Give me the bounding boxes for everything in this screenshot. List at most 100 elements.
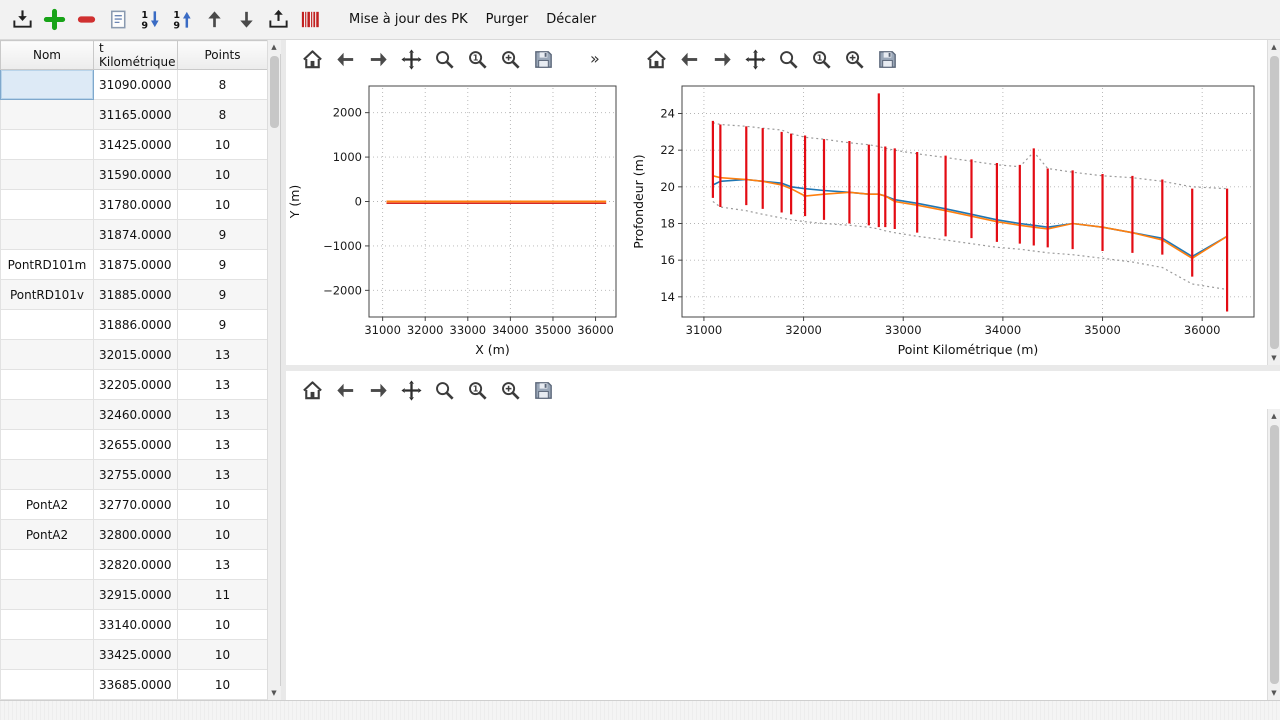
update-pk-button[interactable]: Mise à jour des PK [340,8,477,31]
cell-pk[interactable]: 32460.0000 [94,400,178,430]
save-icon[interactable] [529,376,557,404]
cell-nom[interactable] [1,460,94,490]
table-row[interactable]: 32655.000013 [1,430,268,460]
scroll-down-icon[interactable]: ▼ [1268,686,1280,700]
trace-plot-canvas[interactable]: 310003200033000340003500036000−2000−1000… [286,78,626,363]
move-up-icon[interactable] [198,4,230,36]
table-row[interactable]: 32820.000013 [1,550,268,580]
zoom-icon[interactable] [430,45,458,73]
plots-scrollbar-track[interactable] [1268,54,1280,351]
table-row[interactable]: 31590.000010 [1,160,268,190]
cell-pk[interactable]: 32655.0000 [94,430,178,460]
cell-nom[interactable] [1,100,94,130]
forward-icon[interactable] [364,45,392,73]
cell-pk[interactable]: 31780.0000 [94,190,178,220]
cell-points[interactable]: 13 [178,550,268,580]
cell-pk[interactable]: 33685.0000 [94,670,178,700]
cell-points[interactable]: 8 [178,100,268,130]
cell-pk[interactable]: 31090.0000 [94,70,178,100]
cell-pk[interactable]: 31885.0000 [94,280,178,310]
zoom-one-icon[interactable]: 1 [463,376,491,404]
forward-icon[interactable] [708,45,736,73]
bottom-scrollbar[interactable]: ▲ ▼ [1267,409,1280,700]
cell-points[interactable]: 10 [178,610,268,640]
cell-pk[interactable]: 33425.0000 [94,640,178,670]
cell-nom[interactable] [1,130,94,160]
cell-nom[interactable] [1,430,94,460]
table-row[interactable]: 33425.000010 [1,640,268,670]
cell-nom[interactable] [1,340,94,370]
cell-points[interactable]: 10 [178,640,268,670]
table-row[interactable]: PontRD101m31875.00009 [1,250,268,280]
column-header-nom[interactable]: Nom [1,41,94,70]
purge-button[interactable]: Purger [477,8,538,31]
pan-icon[interactable] [397,376,425,404]
column-header-points[interactable]: Points [178,41,268,70]
table-row[interactable]: 31886.00009 [1,310,268,340]
cell-pk[interactable]: 31886.0000 [94,310,178,340]
cell-pk[interactable]: 31165.0000 [94,100,178,130]
cell-points[interactable]: 10 [178,130,268,160]
zoom-one-icon[interactable]: 1 [807,45,835,73]
table-scrollbar[interactable]: ▲ ▼ [267,40,280,700]
sort-descending-icon[interactable]: 19 [166,4,198,36]
sort-ascending-icon[interactable]: 19 [134,4,166,36]
cell-pk[interactable]: 31425.0000 [94,130,178,160]
table-row[interactable]: PontA232770.000010 [1,490,268,520]
zoom-plus-icon[interactable] [840,45,868,73]
cell-nom[interactable] [1,370,94,400]
cell-nom[interactable] [1,190,94,220]
import-icon[interactable] [6,4,38,36]
cell-pk[interactable]: 32015.0000 [94,340,178,370]
cell-points[interactable]: 13 [178,340,268,370]
scroll-up-icon[interactable]: ▲ [1268,409,1280,423]
table-row[interactable]: 32460.000013 [1,400,268,430]
home-icon[interactable] [642,45,670,73]
zoom-icon[interactable] [430,376,458,404]
cell-pk[interactable]: 31590.0000 [94,160,178,190]
cell-pk[interactable]: 32205.0000 [94,370,178,400]
document-icon[interactable] [102,4,134,36]
export-icon[interactable] [262,4,294,36]
back-icon[interactable] [331,376,359,404]
cell-points[interactable]: 9 [178,220,268,250]
cell-points[interactable]: 13 [178,430,268,460]
back-icon[interactable] [331,45,359,73]
add-icon[interactable] [38,4,70,36]
cell-nom[interactable] [1,400,94,430]
cell-pk[interactable]: 31875.0000 [94,250,178,280]
cross-section-plot-canvas[interactable] [286,409,1267,700]
zoom-plus-icon[interactable] [496,376,524,404]
pan-icon[interactable] [741,45,769,73]
table-row[interactable]: PontRD101v31885.00009 [1,280,268,310]
cell-pk[interactable]: 32755.0000 [94,460,178,490]
home-icon[interactable] [298,376,326,404]
scroll-up-icon[interactable]: ▲ [268,40,281,54]
cell-points[interactable]: 9 [178,250,268,280]
cell-points[interactable]: 13 [178,460,268,490]
column-header-pk[interactable]: t Kilométrique [94,41,178,70]
profile-plot-canvas[interactable]: 3100032000330003400035000360001416182022… [630,78,1266,363]
cell-points[interactable]: 13 [178,370,268,400]
pan-icon[interactable] [397,45,425,73]
cell-points[interactable]: 11 [178,580,268,610]
cell-nom[interactable] [1,670,94,700]
zoom-one-icon[interactable]: 1 [463,45,491,73]
table-row[interactable]: 31780.000010 [1,190,268,220]
shift-button[interactable]: Décaler [537,8,605,31]
table-row[interactable]: 31090.00008 [1,70,268,100]
cell-points[interactable]: 10 [178,670,268,700]
overflow-chevron[interactable]: » [562,51,600,67]
cell-points[interactable]: 13 [178,400,268,430]
cell-nom[interactable]: PontA2 [1,490,94,520]
plots-scrollbar[interactable]: ▲ ▼ [1267,40,1280,365]
cell-nom[interactable] [1,610,94,640]
table-scrollbar-track[interactable] [268,54,281,686]
cell-nom[interactable] [1,640,94,670]
cell-nom[interactable]: PontRD101v [1,280,94,310]
save-icon[interactable] [873,45,901,73]
cell-points[interactable]: 10 [178,490,268,520]
cell-points[interactable]: 10 [178,190,268,220]
back-icon[interactable] [675,45,703,73]
cell-points[interactable]: 9 [178,280,268,310]
